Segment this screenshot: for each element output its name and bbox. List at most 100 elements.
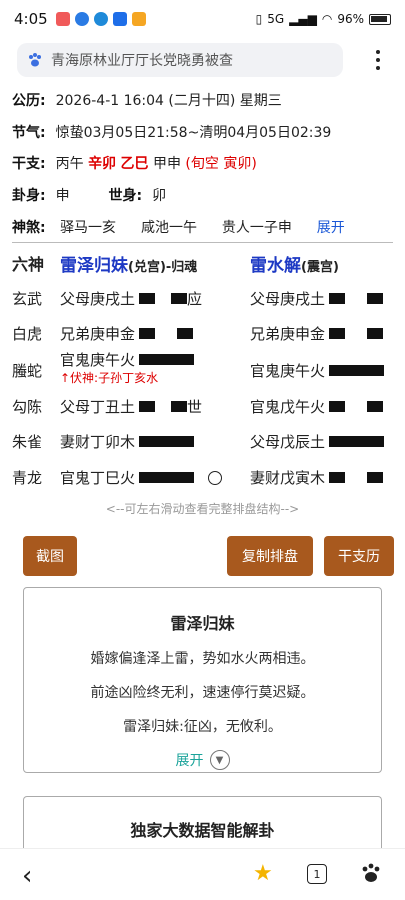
- liushen-cell: 朱雀: [12, 433, 43, 451]
- shishen-value: 卯: [152, 188, 167, 204]
- yao-text: 官鬼戊午火: [250, 398, 326, 416]
- change-yao-line: 父母庚戌土: [250, 288, 384, 309]
- battery-icon: [369, 13, 391, 25]
- main-yao-line: 父母庚戌土 应: [60, 288, 202, 309]
- change-yao-line: 官鬼戊午火: [250, 396, 384, 417]
- jieqi-value: 惊蛰03月05日21:58~清明04月05日02:39: [55, 125, 332, 141]
- shensha-row: 神煞: 驿马一亥 咸池一午 贵人一子申 展开: [12, 217, 345, 237]
- baidu-paw-icon: [29, 53, 41, 67]
- main-yao-line: 父母丁丑土 世: [60, 396, 202, 417]
- poem-line: 前途凶险终无利，速速停行莫迟疑。: [90, 685, 315, 701]
- card-expand-button[interactable]: 展开 ▼: [24, 750, 381, 770]
- jieqi-label: 节气:: [12, 125, 46, 141]
- guashen-value: 申: [55, 188, 70, 204]
- yao-text: 兄弟庚申金: [250, 325, 326, 343]
- main-gua-header: 雷泽归妹(兑宫)-归魂: [60, 251, 197, 276]
- ganzhi-label: 干支:: [12, 156, 46, 172]
- yao-text: 官鬼庚午火: [250, 362, 326, 380]
- main-gua-palace: (兑宫)-归魂: [128, 260, 198, 275]
- change-gua-name: 雷水解: [250, 256, 301, 276]
- yang-line: [139, 354, 195, 365]
- ganzhi-hour: 甲申: [152, 156, 181, 172]
- gongli-label: 公历:: [12, 93, 46, 109]
- ganzhi-month: 辛卯: [88, 156, 117, 172]
- shensha-label: 神煞:: [12, 220, 46, 236]
- yin-line-left: [329, 293, 346, 304]
- yin-line-right: [177, 328, 194, 339]
- more-menu-icon[interactable]: [370, 48, 386, 72]
- ying-mark: 应: [187, 290, 203, 308]
- yao-text: 父母戊辰土: [250, 433, 326, 451]
- notification-app-icon: [112, 12, 127, 26]
- gongli-row: 公历: 2026-4-1 16:04 (二月十四) 星期三: [12, 90, 282, 110]
- favorite-star-icon[interactable]: ★: [253, 861, 273, 886]
- main-yao-line: 官鬼庚午火: [60, 349, 195, 370]
- copy-paipan-button[interactable]: 复制排盘: [227, 536, 313, 576]
- status-time: 4:05: [14, 10, 48, 28]
- yin-line-left: [139, 328, 156, 339]
- liushen-cell: 白虎: [12, 325, 43, 343]
- card-title: 独家大数据智能解卦: [130, 821, 275, 840]
- change-yao-line: 兄弟庚申金: [250, 323, 384, 344]
- yang-line: [329, 436, 385, 447]
- gongli-value: 2026-4-1 16:04 (二月十四) 星期三: [55, 93, 282, 109]
- liushen-cell: 青龙: [12, 469, 43, 487]
- change-gua-palace: (震宫): [301, 260, 339, 275]
- main-yao-line: 兄弟庚申金: [60, 323, 194, 344]
- yang-line: [329, 365, 385, 376]
- yin-line-left: [329, 401, 346, 412]
- yao-text: 官鬼庚午火: [60, 351, 136, 369]
- yin-line-left: [329, 472, 346, 483]
- change-yao-line: 官鬼庚午火: [250, 360, 385, 381]
- notification-app-icon: [74, 12, 89, 26]
- search-bar[interactable]: 青海原林业厅厅长党晓勇被查: [17, 43, 343, 77]
- battery-percent: 96%: [337, 12, 364, 26]
- ganzhi-calendar-button[interactable]: 干支历: [324, 536, 394, 576]
- main-gua-name: 雷泽归妹: [60, 256, 128, 276]
- yin-line-right: [367, 472, 384, 483]
- shensha-item: 贵人一子申: [221, 220, 292, 236]
- gua-judgement: 雷泽归妹:征凶，无攸利。: [123, 719, 282, 735]
- search-query-text: 青海原林业厅厅长党晓勇被查: [51, 53, 233, 69]
- yin-line-right: [171, 293, 188, 304]
- tabs-count-button[interactable]: 1: [307, 864, 327, 884]
- yin-line-right: [171, 401, 188, 412]
- yao-text: 妻财戊寅木: [250, 469, 326, 487]
- signal-icon: ▂▄▆: [289, 12, 317, 26]
- screenshot-button[interactable]: 截图: [23, 536, 77, 576]
- vibrate-icon: ▯: [255, 12, 263, 26]
- shensha-item: 驿马一亥: [60, 220, 117, 236]
- chevron-down-icon: ▼: [209, 750, 230, 770]
- notification-app-icon: [131, 12, 146, 26]
- yao-text: 父母庚戌土: [250, 290, 326, 308]
- shishen-label: 世身:: [108, 188, 143, 204]
- ganzhi-row: 干支: 丙午 辛卯 乙巳 甲申 (旬空 寅卯): [12, 153, 257, 173]
- gua-interpretation-card: 雷泽归妹 婚嫁偏逢泽上雷，势如水火两相违。 前途凶险终无利，速速停行莫迟疑。 雷…: [23, 587, 382, 773]
- yao-text: 父母丁丑土: [60, 398, 136, 416]
- moving-yao-circle-icon: [208, 470, 223, 485]
- yao-text: 妻财丁卯木: [60, 433, 136, 451]
- change-gua-header: 雷水解(震宫): [250, 251, 339, 276]
- yin-line-right: [367, 293, 384, 304]
- back-arrow-icon[interactable]: ‹: [22, 863, 32, 889]
- status-right: ▯ 5G ▂▄▆ ◠ 96%: [256, 12, 391, 26]
- shen-row: 卦身: 申 世身: 卯: [12, 185, 166, 205]
- main-yao-line: 官鬼丁巳火: [60, 467, 223, 488]
- liushen-cell: 玄武: [12, 290, 43, 308]
- main-yao-line: 妻财丁卯木: [60, 431, 195, 452]
- guashen-label: 卦身:: [12, 188, 46, 204]
- baidu-home-icon[interactable]: [360, 862, 382, 884]
- network-type: 5G: [267, 12, 285, 26]
- col-liushen-header: 六神: [12, 255, 45, 274]
- yao-text: 兄弟庚申金: [60, 325, 136, 343]
- jieqi-row: 节气: 惊蛰03月05日21:58~清明04月05日02:39: [12, 122, 331, 142]
- notification-app-icon: [55, 12, 70, 26]
- change-yao-line: 妻财戊寅木: [250, 467, 384, 488]
- shensha-expand-link[interactable]: 展开: [317, 220, 345, 236]
- scroll-hint: <--可左右滑动查看完整排盘结构-->: [105, 502, 300, 516]
- yin-line-left: [329, 328, 346, 339]
- notification-app-icon: [93, 12, 108, 26]
- yin-line-left: [139, 401, 156, 412]
- yao-text: 官鬼丁巳火: [60, 469, 136, 487]
- liushen-cell: 勾陈: [12, 398, 43, 416]
